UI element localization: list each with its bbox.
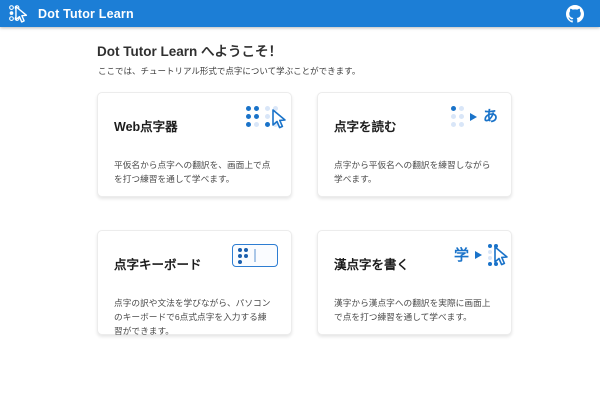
braille-cell-dark xyxy=(238,248,248,264)
braille-keyboard-icon xyxy=(232,244,278,267)
card-read-braille[interactable]: 点字を読む あ 点字から平仮名への翻訳を練習しながら学べます。 xyxy=(317,92,512,197)
kanji-to-braille-cursor-icon: 学 xyxy=(454,244,498,266)
text-caret-icon xyxy=(254,249,256,262)
card-braille-keyboard[interactable]: 点字キーボード 点字の訳や文法を学びながら、パソコンのキーボードで6点式点字を入… xyxy=(97,230,292,335)
cursor-icon xyxy=(270,109,286,129)
kanji-gaku-glyph: 学 xyxy=(454,248,469,263)
app-header: Dot Tutor Learn xyxy=(0,0,600,27)
arrow-right-icon xyxy=(470,113,477,121)
arrow-right-icon xyxy=(475,251,482,259)
app-title: Dot Tutor Learn xyxy=(38,7,134,21)
cursor-icon xyxy=(492,246,508,266)
card-description: 平仮名から点字への翻訳を、画面上で点を打つ練習を通して学べます。 xyxy=(114,158,275,186)
welcome-subtitle: ここでは、チュートリアル形式で点字について学ぶことができます。 xyxy=(98,65,600,77)
card-web-braille-writer[interactable]: Web点字器 平仮名から点字へ xyxy=(97,92,292,197)
braille-to-kana-icon: あ xyxy=(451,106,498,127)
input-box-icon xyxy=(232,244,278,267)
braille-cells-cursor-icon xyxy=(246,106,278,127)
card-description: 点字から平仮名への翻訳を練習しながら学べます。 xyxy=(334,158,495,186)
card-description: 漢字から漢点字への翻訳を実際に画面上で点を打つ練習を通して学べます。 xyxy=(334,296,495,324)
braille-cell-empty xyxy=(265,106,278,127)
braille-cell-filled xyxy=(246,106,259,127)
github-link[interactable] xyxy=(564,3,586,25)
main-content: Dot Tutor Learn へようこそ！ ここでは、チュートリアル形式で点字… xyxy=(0,27,600,335)
github-icon xyxy=(566,5,584,23)
welcome-title: Dot Tutor Learn へようこそ！ xyxy=(97,40,600,60)
cards-grid: Web点字器 平仮名から点字へ xyxy=(97,92,600,335)
braille-cell xyxy=(451,106,464,127)
braille-cell-8dot xyxy=(488,244,498,266)
app-logo-icon xyxy=(5,2,29,26)
kana-a-glyph: あ xyxy=(483,109,498,124)
card-write-kanji-braille[interactable]: 漢点字を書く 学 漢字から漢点字への翻訳を実際に画面上で点を打つ練習を通 xyxy=(317,230,512,335)
card-description: 点字の訳や文法を学びながら、パソコンのキーボードで6点式点字を入力する練習ができ… xyxy=(114,296,275,338)
